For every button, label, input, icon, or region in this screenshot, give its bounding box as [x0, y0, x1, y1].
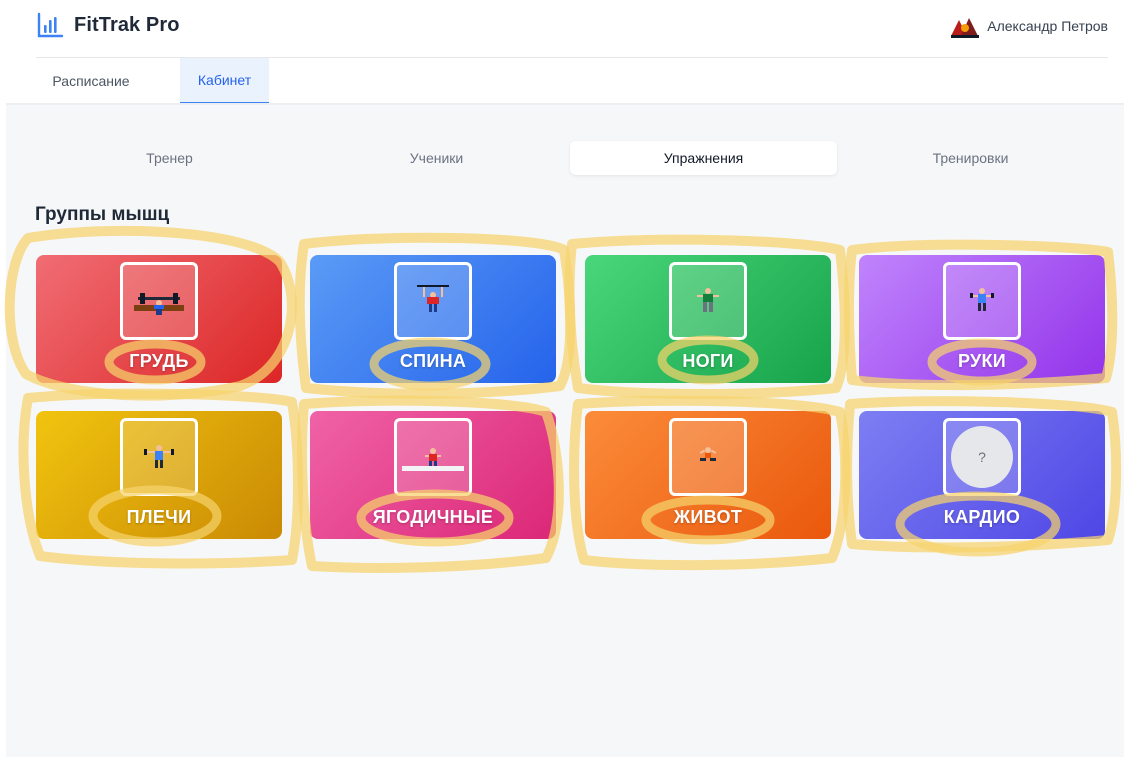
user-name: Александр Петров [987, 18, 1108, 34]
shoulder-press-icon [144, 445, 174, 468]
card-label: РУКИ [957, 351, 1007, 371]
card-thumbnail [120, 418, 198, 496]
top-bar: FitTrak Pro Александр Петров Расписание … [0, 0, 1124, 104]
muscle-card-glutes[interactable]: ЯГОДИЧНЫЕ [310, 411, 556, 539]
placeholder-icon: ? [951, 426, 1013, 488]
card-label: СПИНА [399, 351, 467, 371]
muscle-card-abs[interactable]: ЖИВОТ [585, 411, 831, 539]
card-label: ЖИВОТ [673, 507, 743, 527]
app-name: FitTrak Pro [74, 13, 180, 36]
glute-bridge-icon [402, 448, 464, 471]
muscle-card-legs[interactable]: НОГИ [585, 255, 831, 383]
muscle-card-shoulders[interactable]: ПЛЕЧИ [36, 411, 282, 539]
muscle-card-chest[interactable]: ГРУДЬ [36, 255, 282, 383]
main-tabs: Расписание Кабинет [36, 58, 269, 104]
card-label: ЯГОДИЧНЫЕ [372, 507, 494, 527]
brand[interactable]: FitTrak Pro [36, 11, 180, 39]
muscle-card-arms[interactable]: РУКИ [859, 255, 1105, 383]
card-thumbnail [943, 262, 1021, 340]
subtab-students[interactable]: Ученики [303, 141, 570, 175]
crunch-icon [699, 447, 717, 461]
subtab-exercises[interactable]: Упражнения [570, 141, 837, 175]
bar-chart-icon [37, 12, 64, 38]
card-thumbnail [669, 262, 747, 340]
subtab-trainer[interactable]: Тренер [36, 141, 303, 175]
user-avatar [951, 18, 980, 38]
card-label: ПЛЕЧИ [126, 507, 192, 527]
tab-cabinet[interactable]: Кабинет [180, 58, 269, 104]
pull-up-icon [417, 285, 449, 312]
user-menu[interactable]: Александр Петров [949, 12, 1108, 40]
bench-press-icon [134, 293, 184, 315]
subtab-workouts[interactable]: Тренировки [837, 141, 1104, 175]
tab-schedule[interactable]: Расписание [36, 58, 146, 104]
section-title: Группы мышц [35, 204, 170, 225]
card-thumbnail: ? [943, 418, 1021, 496]
squat-icon [697, 288, 719, 312]
card-label: ГРУДЬ [129, 351, 189, 371]
muscle-card-back[interactable]: СПИНА [310, 255, 556, 383]
sub-tabs: Тренер Ученики Упражнения Тренировки [36, 141, 1104, 175]
muscle-card-cardio[interactable]: ? КАРДИО [859, 411, 1105, 539]
card-thumbnail [669, 418, 747, 496]
biceps-curl-icon [970, 288, 994, 311]
card-label: КАРДИО [943, 507, 1021, 527]
card-thumbnail [120, 262, 198, 340]
card-thumbnail [394, 418, 472, 496]
card-thumbnail [394, 262, 472, 340]
card-label: НОГИ [682, 351, 734, 371]
